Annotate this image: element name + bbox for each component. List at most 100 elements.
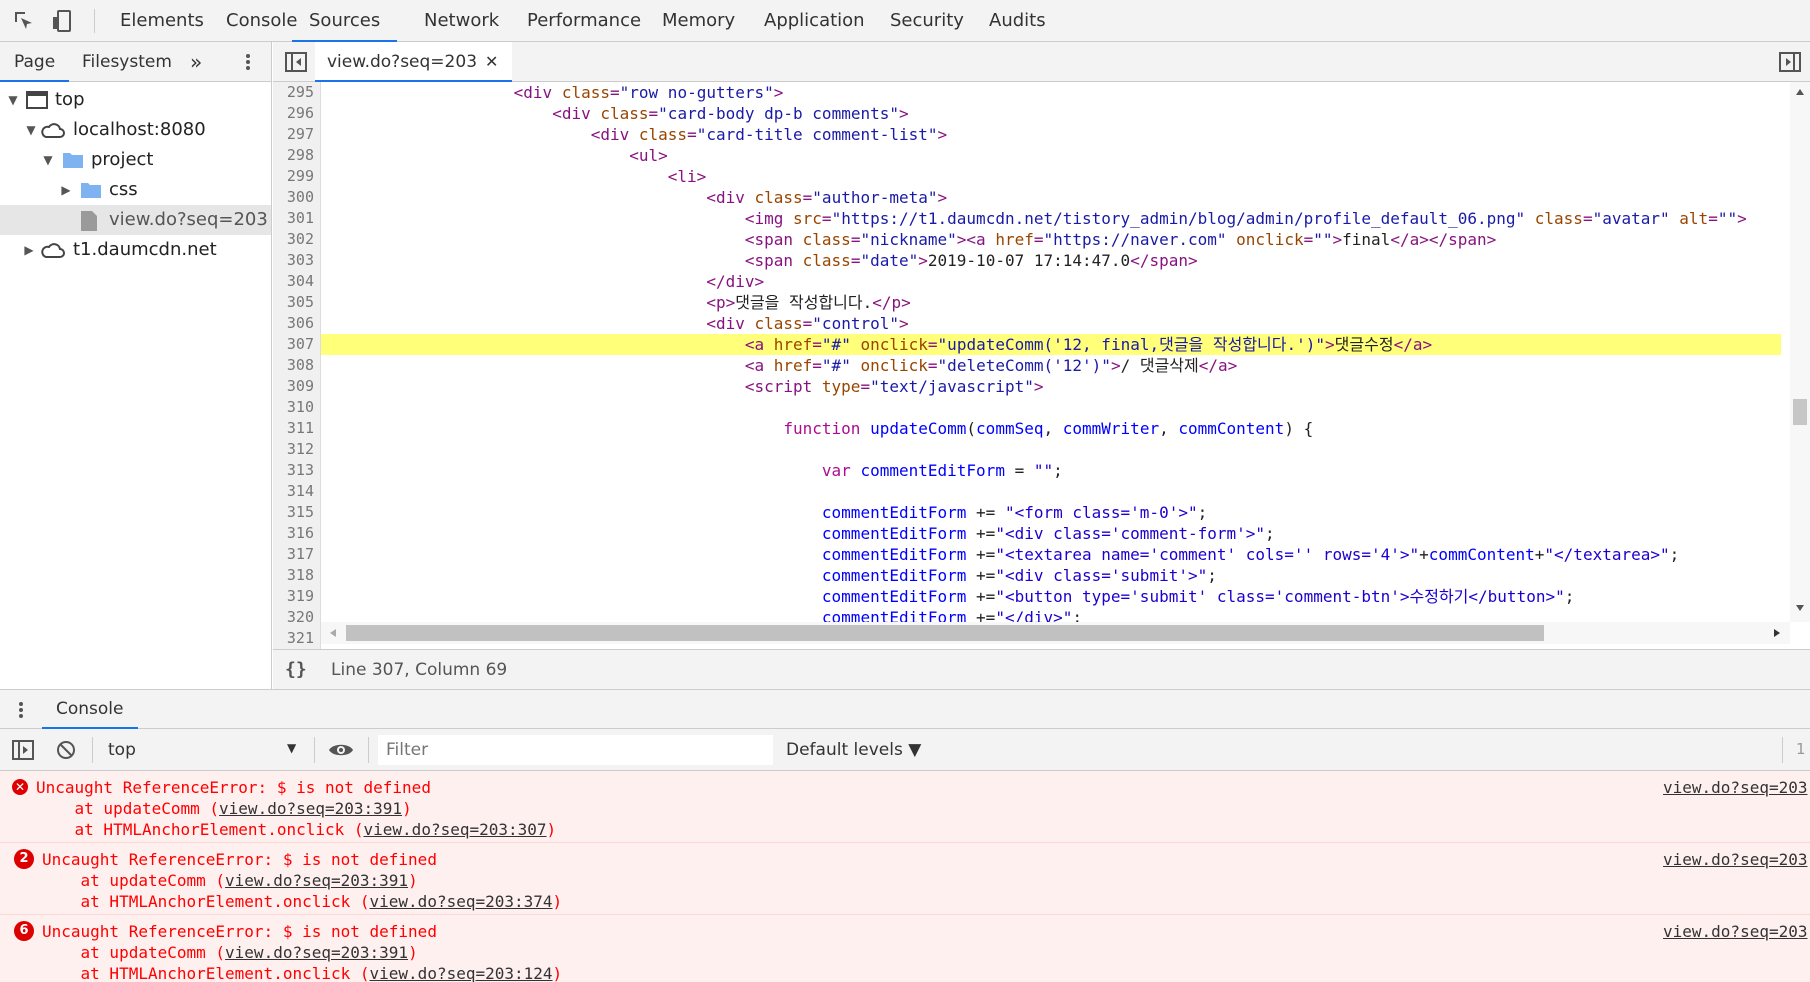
code-line[interactable]: commentEditForm += "<form class='m-0'>";	[321, 502, 1781, 523]
tab-memory[interactable]: Memory	[662, 0, 735, 42]
line-number[interactable]: 302	[273, 229, 314, 250]
code-line[interactable]: <span class="date">2019-10-07 17:14:47.0…	[321, 250, 1781, 271]
scroll-down-icon[interactable]	[1795, 604, 1805, 612]
code-line[interactable]	[321, 439, 1781, 460]
console-error-message[interactable]: 6 Uncaught ReferenceError: $ is not defi…	[0, 915, 1810, 982]
line-number[interactable]: 299	[273, 166, 314, 187]
code-line[interactable]	[321, 481, 1781, 502]
line-number[interactable]: 318	[273, 565, 314, 586]
message-source-link[interactable]: view.do?seq=203	[1663, 921, 1808, 942]
log-levels-dropdown[interactable]: Default levels ▼	[786, 740, 921, 760]
drawer-menu-icon[interactable]	[17, 700, 25, 720]
navigator-menu-icon[interactable]	[240, 52, 256, 72]
tab-filesystem[interactable]: Filesystem	[82, 42, 172, 82]
code-line[interactable]: commentEditForm +="<div class='comment-f…	[321, 523, 1781, 544]
line-number[interactable]: 303	[273, 250, 314, 271]
code-editor[interactable]: 295 296 297 298 299 300 301 302 303 304 305 306 307 3…	[273, 82, 1810, 649]
code-line[interactable]: <script type="text/javascript">	[321, 376, 1781, 397]
code-line[interactable]: <ul>	[321, 145, 1781, 166]
code-content[interactable]: <div class="row no-gutters"> <div class=…	[321, 82, 1781, 622]
code-line[interactable]: <span class="nickname"><a href="https://…	[321, 229, 1781, 250]
code-line[interactable]: function updateComm(commSeq, commWriter,…	[321, 418, 1781, 439]
tab-network[interactable]: Network	[424, 0, 499, 42]
tab-elements[interactable]: Elements	[120, 0, 204, 42]
console-filter-input[interactable]	[378, 735, 773, 765]
code-line[interactable]: var commentEditForm = "";	[321, 460, 1781, 481]
code-line[interactable]: commentEditForm +="</div>";	[321, 607, 1781, 622]
vertical-scrollbar[interactable]	[1790, 82, 1810, 622]
clear-console-icon[interactable]	[56, 740, 76, 760]
stack-frame-link[interactable]: view.do?seq=203:124	[370, 964, 553, 982]
line-number[interactable]: 305	[273, 292, 314, 313]
line-number[interactable]: 320	[273, 607, 314, 628]
line-number[interactable]: 316	[273, 523, 314, 544]
scroll-up-icon[interactable]	[1795, 88, 1805, 96]
line-number[interactable]: 300	[273, 187, 314, 208]
line-number[interactable]: 297	[273, 124, 314, 145]
tree-item-view-do[interactable]: view.do?seq=203	[0, 205, 271, 235]
code-line[interactable]: <div class="card-body dp-b comments">	[321, 103, 1781, 124]
close-tab-icon[interactable]: ✕	[485, 52, 498, 71]
tab-performance[interactable]: Performance	[527, 0, 641, 42]
tab-audits[interactable]: Audits	[989, 0, 1046, 42]
tab-console[interactable]: Console	[226, 0, 297, 42]
tree-item-top[interactable]: ▼ top	[0, 85, 271, 115]
more-tabs-button[interactable]: »	[190, 42, 202, 82]
code-line[interactable]: <a href="#" onclick="deleteComm('12')">/…	[321, 355, 1781, 376]
tab-security[interactable]: Security	[890, 0, 964, 42]
scrollbar-thumb[interactable]	[346, 625, 1544, 641]
eye-icon[interactable]	[328, 741, 354, 759]
toggle-navigator-icon[interactable]	[285, 52, 307, 72]
line-number[interactable]: 314	[273, 481, 314, 502]
message-source-link[interactable]: view.do?seq=203	[1663, 777, 1808, 798]
console-error-message[interactable]: ✕ Uncaught ReferenceError: $ is not defi…	[0, 771, 1810, 843]
context-selector[interactable]: top	[108, 740, 136, 760]
line-number[interactable]: 306	[273, 313, 314, 334]
line-number[interactable]: 312	[273, 439, 314, 460]
stack-frame-link[interactable]: view.do?seq=203:391	[225, 943, 408, 962]
expanded-arrow-icon[interactable]: ▼	[41, 145, 55, 175]
line-number[interactable]: 307	[273, 334, 314, 355]
line-number[interactable]: 315	[273, 502, 314, 523]
editor-tab-view-do[interactable]: view.do?seq=203 ✕	[315, 42, 513, 82]
code-line[interactable]: </div>	[321, 271, 1781, 292]
line-number[interactable]: 309	[273, 376, 314, 397]
scroll-right-icon[interactable]	[1773, 628, 1781, 638]
device-toolbar-icon[interactable]	[52, 9, 76, 33]
scrollbar-thumb[interactable]	[1793, 399, 1807, 425]
drawer-tab-console[interactable]: Console	[42, 690, 138, 729]
line-number[interactable]: 310	[273, 397, 314, 418]
expanded-arrow-icon[interactable]: ▼	[24, 115, 38, 145]
line-number[interactable]: 321	[273, 628, 314, 649]
code-line[interactable]: <li>	[321, 166, 1781, 187]
stack-frame-link[interactable]: view.do?seq=203:391	[219, 799, 402, 818]
line-number[interactable]: 298	[273, 145, 314, 166]
code-line[interactable]: <div class="control">	[321, 313, 1781, 334]
code-line[interactable]: <p>댓글을 작성합니다.</p>	[321, 292, 1781, 313]
code-line[interactable]: commentEditForm +="<div class='submit'>"…	[321, 565, 1781, 586]
line-number[interactable]: 308	[273, 355, 314, 376]
stack-frame-link[interactable]: view.do?seq=203:374	[370, 892, 553, 911]
line-number[interactable]: 295	[273, 82, 314, 103]
line-number[interactable]: 319	[273, 586, 314, 607]
stack-frame-link[interactable]: view.do?seq=203:391	[225, 871, 408, 890]
toggle-debugger-icon[interactable]	[1779, 52, 1801, 72]
pretty-print-icon[interactable]: {}	[285, 659, 307, 680]
code-line[interactable]: commentEditForm +="<button type='submit'…	[321, 586, 1781, 607]
code-line[interactable]: <div class="author-meta">	[321, 187, 1781, 208]
expanded-arrow-icon[interactable]: ▼	[6, 85, 20, 115]
code-line[interactable]: <a href="#" onclick="updateComm('12, fin…	[321, 334, 1781, 355]
collapsed-arrow-icon[interactable]: ▶	[59, 175, 73, 205]
scroll-left-icon[interactable]	[329, 628, 337, 638]
collapsed-arrow-icon[interactable]: ▶	[22, 235, 36, 265]
tab-sources[interactable]: Sources	[292, 0, 398, 42]
line-number[interactable]: 304	[273, 271, 314, 292]
line-number[interactable]: 313	[273, 460, 314, 481]
code-line[interactable]	[321, 397, 1781, 418]
tree-item-localhost[interactable]: ▼ localhost:8080	[0, 115, 271, 145]
code-line[interactable]: <img src="https://t1.daumcdn.net/tistory…	[321, 208, 1781, 229]
show-sidebar-icon[interactable]	[12, 740, 34, 760]
code-line[interactable]: <div class="card-title comment-list">	[321, 124, 1781, 145]
tree-item-daumcdn[interactable]: ▶ t1.daumcdn.net	[0, 235, 271, 265]
line-number[interactable]: 311	[273, 418, 314, 439]
